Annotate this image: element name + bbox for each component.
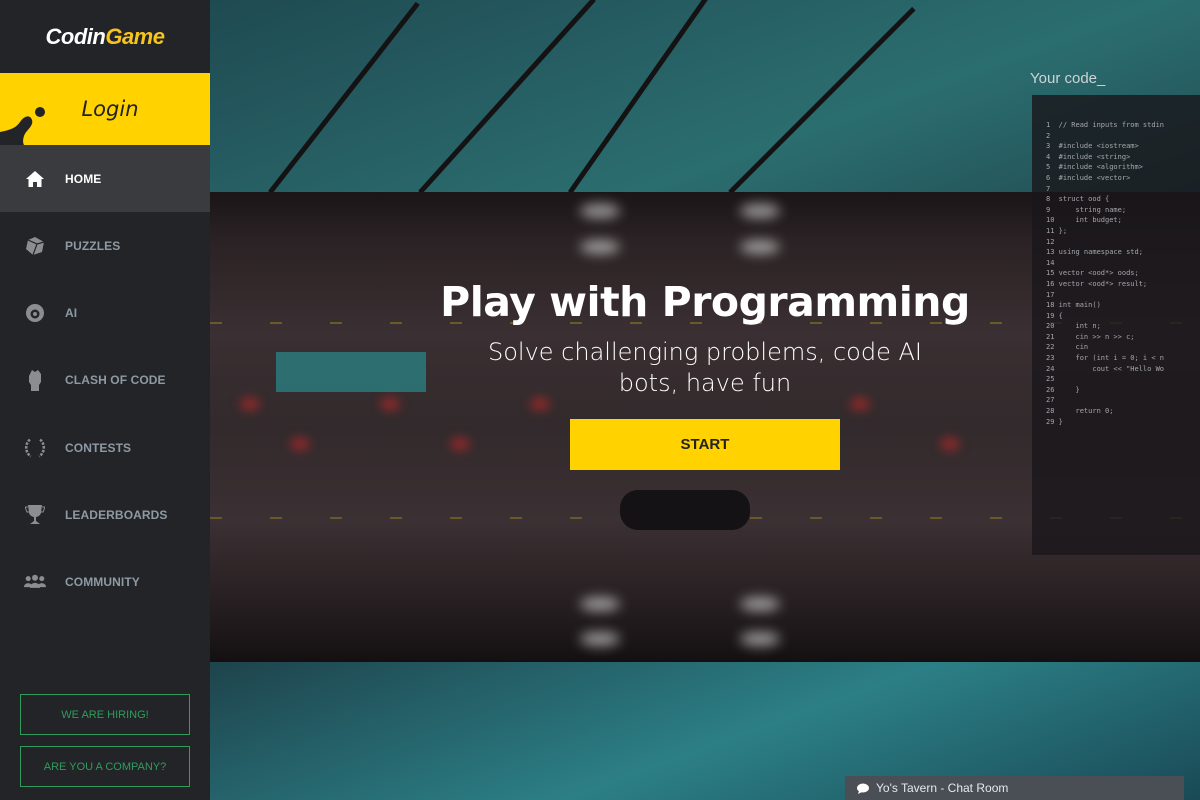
sidebar-item-home[interactable]: HOME xyxy=(0,145,210,212)
sidebar-item-leaderboards[interactable]: LEADERBOARDS xyxy=(0,481,210,548)
sidebar-item-ai[interactable]: AI xyxy=(0,279,210,346)
cable xyxy=(728,6,916,195)
community-icon xyxy=(24,571,46,593)
start-button[interactable]: START xyxy=(570,419,840,470)
chat-room-bar[interactable]: Yo's Tavern - Chat Room xyxy=(845,776,1184,800)
ai-icon xyxy=(24,302,46,324)
hero-banner: Your code_ 1 // Read inputs from stdin 2… xyxy=(210,0,1200,800)
fist-icon xyxy=(24,369,46,391)
chat-bubble-icon xyxy=(857,783,869,794)
we-are-hiring-button[interactable]: WE ARE HIRING! xyxy=(20,694,190,735)
hero-title: Play with Programming xyxy=(440,278,970,326)
cable xyxy=(268,1,420,195)
sidebar-item-clash-of-code[interactable]: CLASH OF CODE xyxy=(0,346,210,413)
sidebar-item-contests[interactable]: CONTESTS xyxy=(0,414,210,481)
bridge-gap xyxy=(276,352,426,392)
ink-splash-icon xyxy=(0,107,45,145)
are-you-a-company-button[interactable]: ARE YOU A COMPANY? xyxy=(20,746,190,787)
sidebar-item-community[interactable]: COMMUNITY xyxy=(0,548,210,615)
login-button[interactable]: Login xyxy=(0,73,210,145)
chat-room-label: Yo's Tavern - Chat Room xyxy=(876,781,1009,795)
trophy-icon xyxy=(24,504,46,526)
login-label: Login xyxy=(81,97,139,121)
hero-subtitle: Solve challenging problems, code AI bots… xyxy=(488,338,922,397)
laurel-icon xyxy=(24,437,46,459)
cable xyxy=(418,0,596,195)
sidebar: Codin Game Login HOME PUZZLES AI CLASH OF… xyxy=(0,0,210,800)
home-icon xyxy=(24,168,46,190)
cube-icon xyxy=(24,235,46,257)
cable xyxy=(567,0,710,194)
code-panel-title: Your code_ xyxy=(1030,70,1106,87)
code-panel-lines: 1 // Read inputs from stdin 2 3 #include… xyxy=(1046,121,1165,426)
codingame-logo[interactable]: Codin Game xyxy=(0,0,210,73)
sidebar-item-puzzles[interactable]: PUZZLES xyxy=(0,212,210,279)
motorbike xyxy=(620,490,750,530)
